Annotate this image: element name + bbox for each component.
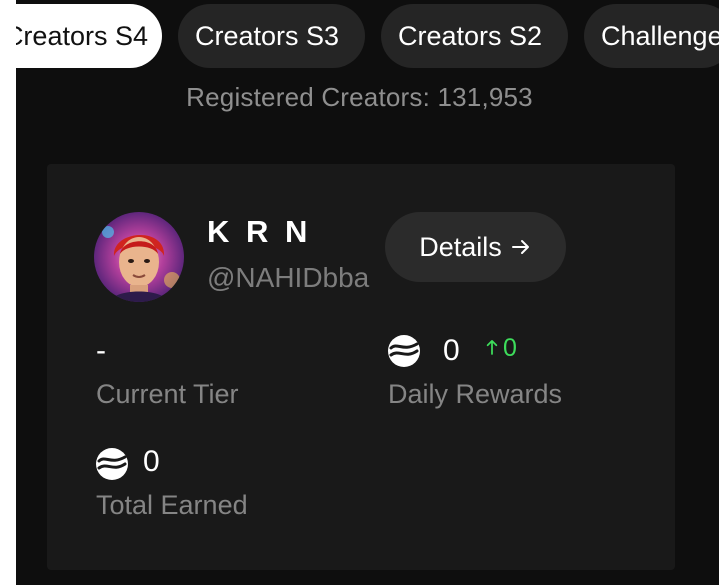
- total-earned-label: Total Earned: [96, 490, 248, 520]
- tab-creators-s2[interactable]: Creators S2: [381, 4, 568, 68]
- page-left-edge: [0, 0, 16, 585]
- tab-creators-s4[interactable]: Creators S4: [0, 4, 162, 68]
- creator-card: K R N @NAHIDbba Details - Current Tier 0…: [47, 164, 675, 570]
- details-label: Details: [419, 231, 502, 262]
- daily-rewards-value: 0: [443, 334, 460, 367]
- total-earned-value: 0: [143, 445, 160, 478]
- creators-leaderboard-view: Creators S4 Creators S3 Creators S2 Chal…: [0, 0, 719, 585]
- tab-label: Creators S4: [3, 21, 148, 51]
- token-coin-icon: [96, 448, 128, 480]
- arrow-right-icon: [511, 240, 529, 254]
- tab-label: Creators S3: [195, 21, 340, 51]
- token-coin-icon: [388, 335, 420, 367]
- registered-creators-count: Registered Creators: 131,953: [0, 82, 719, 113]
- arrow-up-icon: [486, 340, 498, 355]
- creator-handle: @NAHIDbba: [207, 262, 370, 293]
- tab-creators-s3[interactable]: Creators S3: [178, 4, 365, 68]
- creator-name: K R N: [207, 214, 312, 249]
- tab-label: Creators S2: [398, 21, 543, 51]
- tab-challenges[interactable]: Challenges: [584, 4, 719, 68]
- current-tier-value: -: [96, 334, 106, 367]
- tab-label: Challenges: [601, 21, 719, 51]
- season-tabs: Creators S4 Creators S3 Creators S2 Chal…: [0, 4, 719, 68]
- avatar-image: [94, 212, 184, 302]
- details-button[interactable]: Details: [385, 212, 566, 282]
- avatar[interactable]: [94, 212, 184, 302]
- registered-creators-text: Registered Creators: 131,953: [186, 82, 533, 112]
- daily-rewards-delta: 0: [503, 334, 517, 362]
- daily-rewards-label: Daily Rewards: [388, 379, 563, 409]
- current-tier-label: Current Tier: [96, 379, 239, 409]
